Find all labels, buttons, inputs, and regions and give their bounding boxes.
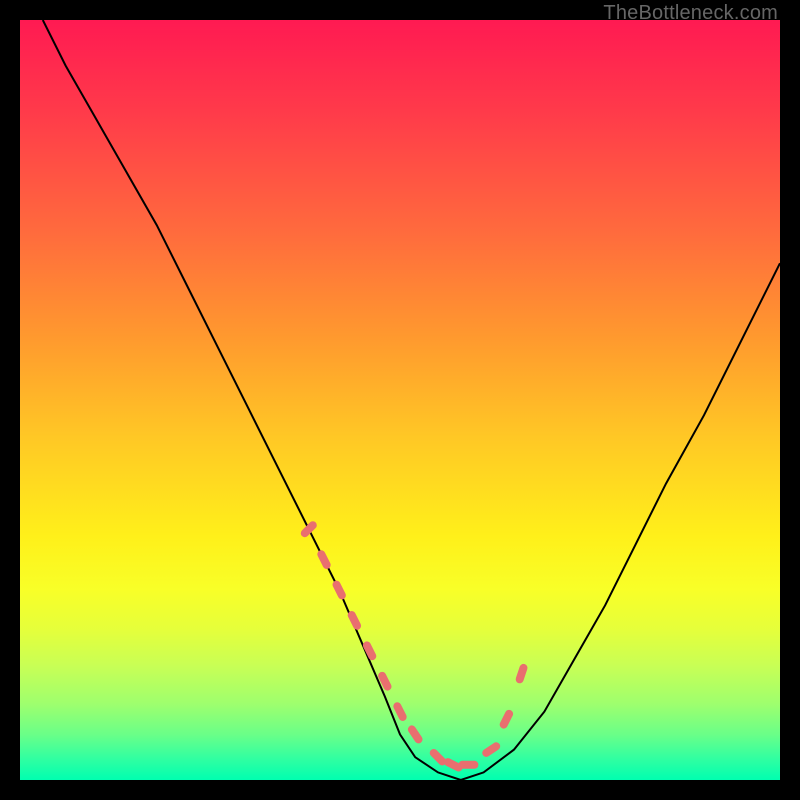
highlight-dot (520, 668, 524, 679)
curve-svg (20, 20, 780, 780)
highlight-dot (352, 615, 357, 626)
highlight-dot (448, 762, 459, 767)
plot-area (20, 20, 780, 780)
chart-container: TheBottleneck.com (0, 0, 800, 800)
v-curve-line (43, 20, 780, 780)
highlight-dot (504, 714, 509, 725)
highlight-dot (434, 753, 442, 761)
highlight-dot (382, 676, 387, 687)
highlight-dot (486, 746, 496, 753)
highlight-dot (412, 729, 419, 739)
highlight-dot (321, 554, 326, 565)
highlight-dot (367, 645, 372, 656)
highlight-dots (305, 525, 524, 767)
highlight-dot (397, 706, 402, 717)
highlight-dot (305, 525, 313, 533)
highlight-dot (337, 585, 342, 596)
